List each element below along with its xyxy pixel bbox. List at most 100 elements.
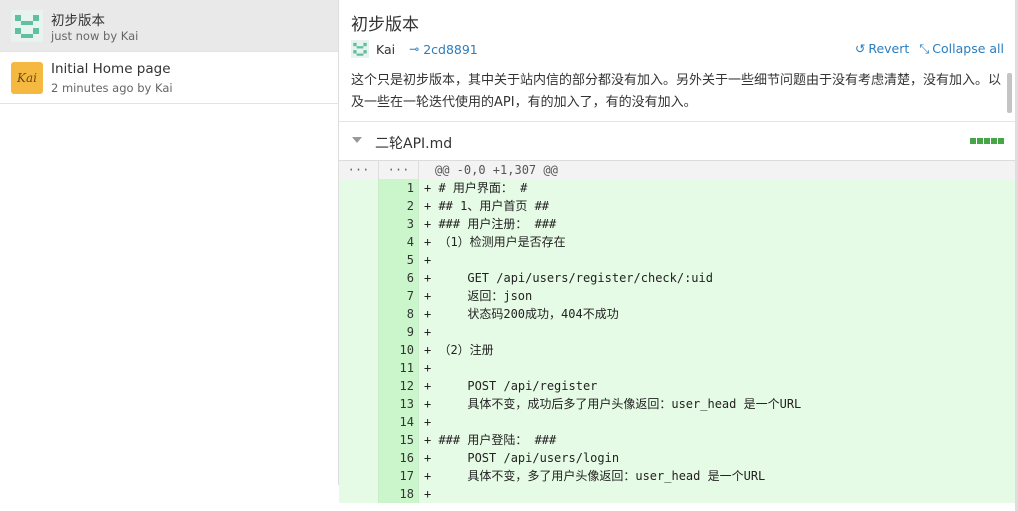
diff-line-text: + （1）检测用户是否存在 <box>419 233 1018 251</box>
old-line-number <box>339 179 379 197</box>
old-line-number <box>339 341 379 359</box>
new-line-number: 4 <box>379 233 419 251</box>
new-line-number: 8 <box>379 305 419 323</box>
diff-stat-block <box>998 138 1004 144</box>
new-line-number: 2 <box>379 197 419 215</box>
new-line-number: 5 <box>379 251 419 269</box>
diff-line-text: + POST /api/users/login <box>419 449 1018 467</box>
author-row: Kai ⊸ 2cd8891 <box>351 40 478 58</box>
commit-icon: ⊸ <box>409 42 420 56</box>
message-scrollbar[interactable] <box>1007 73 1012 113</box>
diff-line: 6 + GET /api/users/register/check/:uid <box>339 269 1018 287</box>
diff-line: 8 + 状态码200成功，404不成功 <box>339 305 1018 323</box>
diff-line: 5 + <box>339 251 1018 269</box>
old-line-number <box>339 377 379 395</box>
commit-meta: 2 minutes ago by Kai <box>51 81 173 95</box>
new-line-number: 1 <box>379 179 419 197</box>
new-line-number: 18 <box>379 485 419 503</box>
diff-line: 11 + <box>339 359 1018 377</box>
diff-line: 14 + <box>339 413 1018 431</box>
hunk-text: @@ -0,0 +1,307 @@ <box>435 163 558 177</box>
author-name: Kai <box>376 41 396 57</box>
diff-line: 17 + 具体不变，多了用户头像返回：user_head 是一个URL <box>339 467 1018 485</box>
diff-stat-block <box>977 138 983 144</box>
commit-title: 初步版本 <box>51 13 105 29</box>
old-line-number <box>339 251 379 269</box>
new-line-number: 10 <box>379 341 419 359</box>
old-line-number <box>339 269 379 287</box>
new-line-number: 13 <box>379 395 419 413</box>
old-line-number <box>339 359 379 377</box>
kai-logo-avatar: Kai <box>11 62 43 94</box>
diff-hunk-header: ··· ··· @@ -0,0 +1,307 @@ <box>339 161 1018 179</box>
revert-button[interactable]: ↺ Revert <box>855 41 909 57</box>
diff-line-text: + 具体不变，成功后多了用户头像返回：user_head 是一个URL <box>419 395 1018 413</box>
commit-item[interactable]: 初步版本 just now by Kai <box>0 0 338 52</box>
new-line-number: 9 <box>379 323 419 341</box>
file-name: 二轮API.md <box>375 136 453 152</box>
new-line-number: 12 <box>379 377 419 395</box>
hunk-old-expand[interactable]: ··· <box>339 161 379 179</box>
identicon-avatar <box>11 10 43 42</box>
old-line-number <box>339 287 379 305</box>
diff-line: 16 + POST /api/users/login <box>339 449 1018 467</box>
old-line-number <box>339 467 379 485</box>
diff-line: 3 + ### 用户注册： ### <box>339 215 1018 233</box>
commit-hash-link[interactable]: 2cd8891 <box>423 42 478 57</box>
diff-line-text: + （2）注册 <box>419 341 1018 359</box>
diff-line-text: + 状态码200成功，404不成功 <box>419 305 1018 323</box>
diff-line-text: + GET /api/users/register/check/:uid <box>419 269 1018 287</box>
new-line-number: 15 <box>379 431 419 449</box>
collapse-triangle-icon[interactable] <box>352 137 362 143</box>
old-line-number <box>339 323 379 341</box>
diff-line: 4 + （1）检测用户是否存在 <box>339 233 1018 251</box>
commit-title: Initial Home page <box>51 61 171 77</box>
new-line-number: 7 <box>379 287 419 305</box>
diff-line-text: + <box>419 485 1018 503</box>
new-line-number: 3 <box>379 215 419 233</box>
revert-icon: ↺ <box>854 41 866 56</box>
commit-meta: just now by Kai <box>51 29 139 43</box>
diff-line: 12 + POST /api/register <box>339 377 1018 395</box>
commit-actions: ↺ Revert ⤡ Collapse all <box>855 41 1004 57</box>
diff-view: ··· ··· @@ -0,0 +1,307 @@ 1 + # 用户界面： #2 +… <box>339 160 1018 511</box>
old-line-number <box>339 431 379 449</box>
diff-line-text: + <box>419 251 1018 269</box>
new-line-number: 16 <box>379 449 419 467</box>
diff-line: 13 + 具体不变，成功后多了用户头像返回：user_head 是一个URL <box>339 395 1018 413</box>
new-line-number: 14 <box>379 413 419 431</box>
diff-stat-block <box>991 138 997 144</box>
commit-message: 这个只是初步版本，其中关于站内信的部分都没有加入。另外关于一些细节问题由于没有考… <box>351 73 1002 110</box>
commit-item[interactable]: Kai Initial Home page 2 minutes ago by K… <box>0 52 338 104</box>
diff-line-text: + POST /api/register <box>419 377 1018 395</box>
old-line-number <box>339 413 379 431</box>
collapse-icon: ⤡ <box>919 41 930 56</box>
diff-line-text: + <box>419 359 1018 377</box>
diff-line: 7 + 返回：json <box>339 287 1018 305</box>
file-header[interactable]: 二轮API.md <box>339 122 1018 160</box>
diff-line-text: + 具体不变，多了用户头像返回：user_head 是一个URL <box>419 467 1018 485</box>
old-line-number <box>339 215 379 233</box>
new-line-number: 6 <box>379 269 419 287</box>
diff-line-text: + ## 1、用户首页 ## <box>419 197 1018 215</box>
diff-stat-bar <box>970 138 1004 144</box>
old-line-number <box>339 449 379 467</box>
diff-line-text: + ### 用户登陆： ### <box>419 431 1018 449</box>
commit-detail: 初步版本 Kai ⊸ 2cd8891 ↺ Revert ⤡ Collapse all… <box>339 0 1018 511</box>
revert-label: Revert <box>868 41 910 56</box>
collapse-all-button[interactable]: ⤡ Collapse all <box>919 41 1004 57</box>
diff-stat-block <box>970 138 976 144</box>
diff-line-text: + # 用户界面： # <box>419 179 1018 197</box>
diff-line: 10 + （2）注册 <box>339 341 1018 359</box>
diff-line: 9 + <box>339 323 1018 341</box>
new-line-number: 11 <box>379 359 419 377</box>
diff-line-text: + <box>419 323 1018 341</box>
hunk-new-expand[interactable]: ··· <box>379 161 419 179</box>
old-line-number <box>339 233 379 251</box>
diff-line-text: + ### 用户注册： ### <box>419 215 1018 233</box>
diff-line: 2 + ## 1、用户首页 ## <box>339 197 1018 215</box>
old-line-number <box>339 395 379 413</box>
diff-line: 18 + <box>339 485 1018 503</box>
diff-line-text: + 返回：json <box>419 287 1018 305</box>
new-line-number: 17 <box>379 467 419 485</box>
